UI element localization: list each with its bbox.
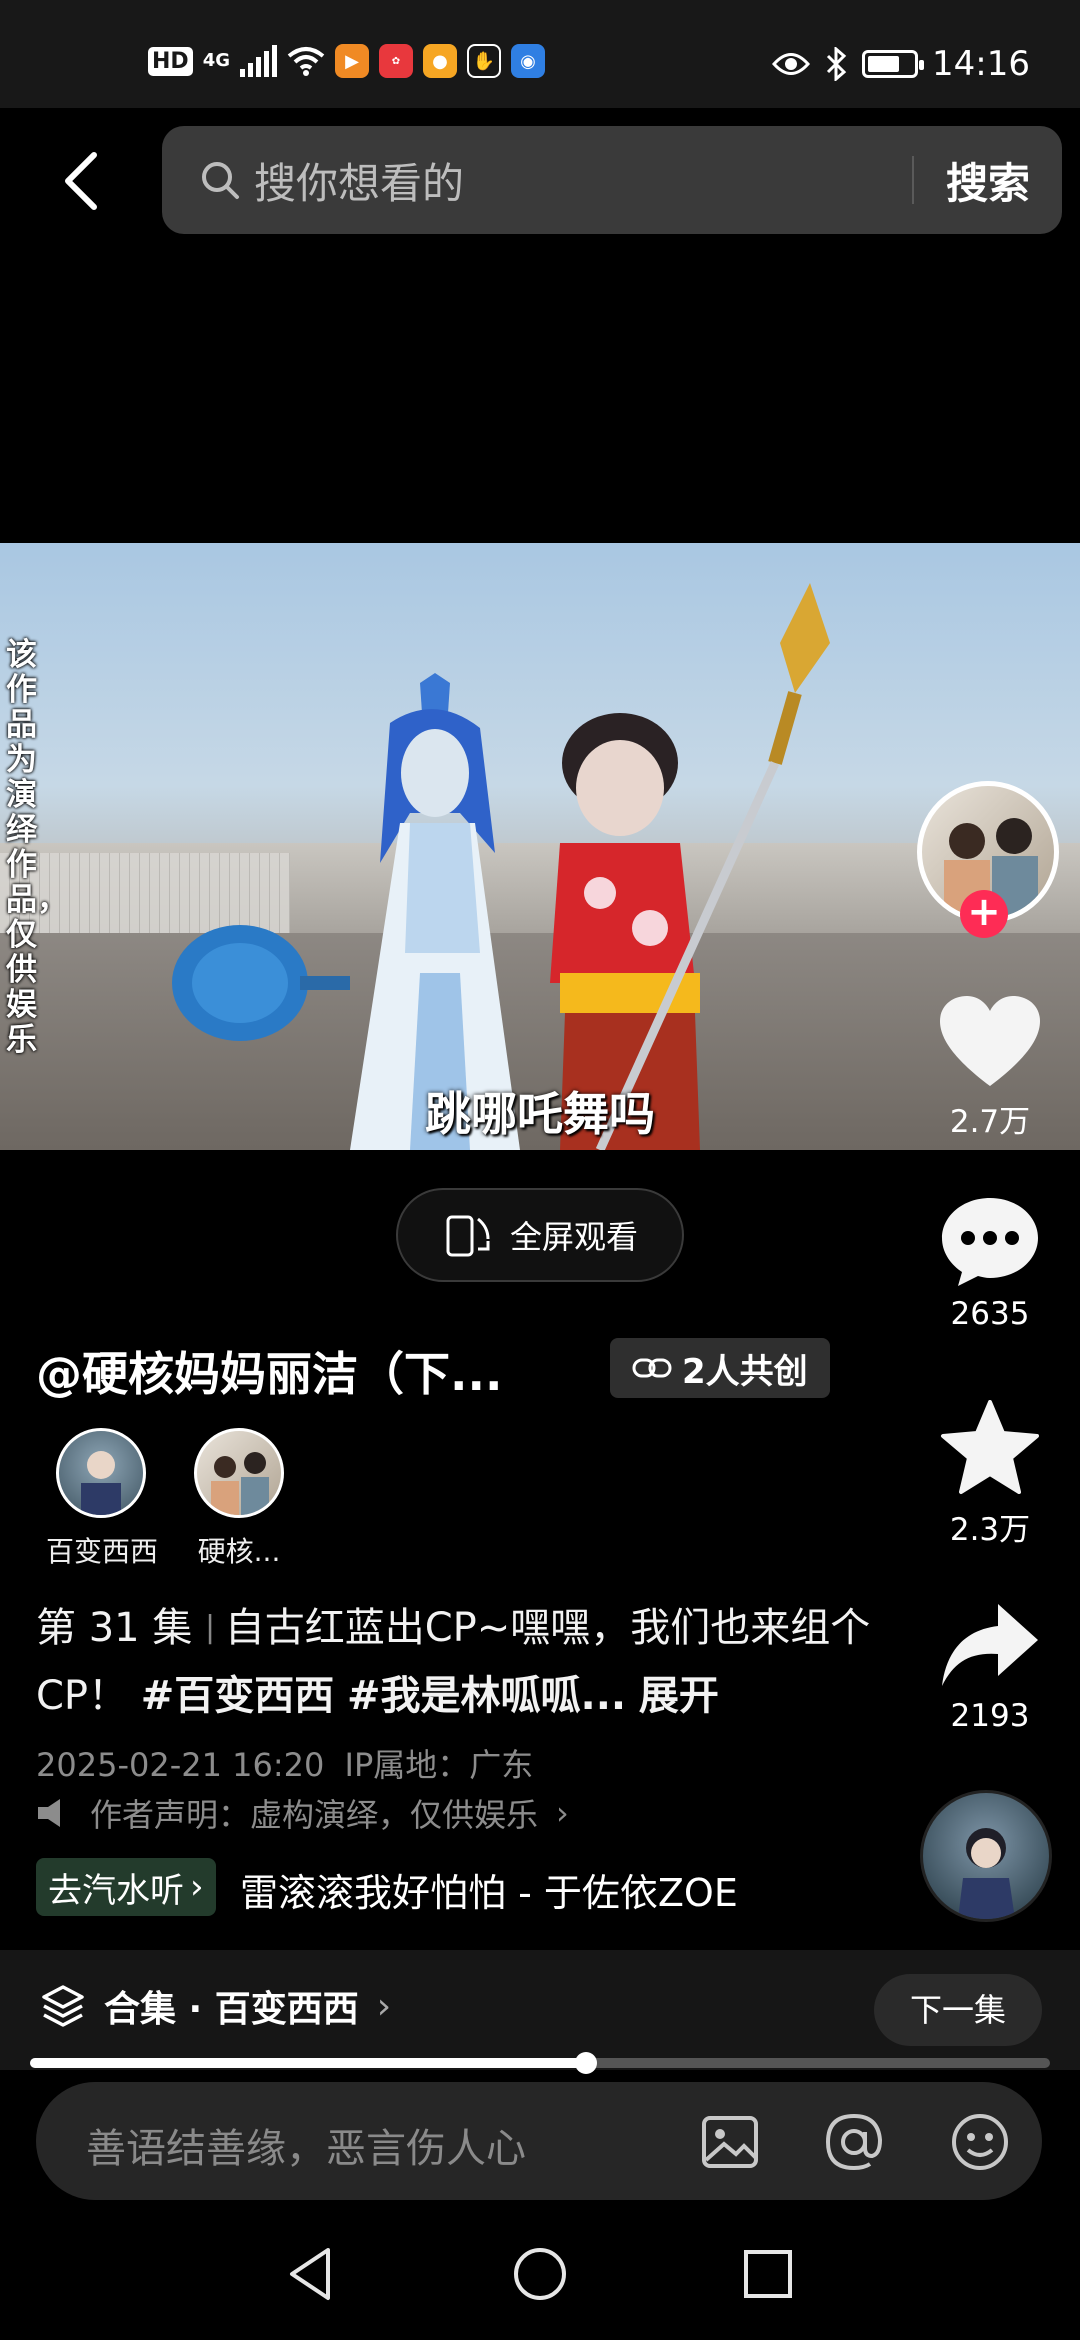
- clock: 14:16: [932, 44, 1030, 84]
- episode-label: 第 31 集: [36, 1605, 193, 1651]
- system-nav-bar: [0, 2210, 1080, 2340]
- chevron-right-icon: ›: [376, 1985, 392, 2027]
- progress-fill: [30, 2058, 586, 2068]
- music-chip-label: 去汽水听: [48, 1870, 184, 1911]
- like-action[interactable]: 2.7万: [920, 996, 1060, 1141]
- music-disc-photo: [958, 1828, 1015, 1919]
- cocreate-badge[interactable]: 2人共创: [610, 1338, 830, 1398]
- fullscreen-label: 全屏观看: [509, 1218, 638, 1256]
- chevron-right-icon: ›: [556, 1794, 569, 1832]
- comment-icon: [942, 1198, 1038, 1286]
- video-subtitle: 跳哪吒舞吗: [425, 1087, 655, 1141]
- hashtag-link[interactable]: #我是林呱呱...: [347, 1673, 626, 1719]
- hashtag-link[interactable]: #百变西西: [141, 1673, 335, 1719]
- search-icon: [202, 162, 239, 199]
- creator-name: 百变西西: [46, 1535, 159, 1568]
- nav-back-icon[interactable]: [280, 2244, 340, 2304]
- creator-item[interactable]: 硬核...: [184, 1428, 294, 1570]
- share-arrow-icon: [942, 1604, 1038, 1686]
- layers-icon: [42, 1985, 84, 2027]
- comment-action[interactable]: 2635: [920, 1196, 1060, 1332]
- huawei-app-icon: ✿: [379, 44, 413, 78]
- link-icon: [632, 1358, 672, 1378]
- hd-badge: HD: [148, 46, 193, 76]
- blue-hammer-prop: [172, 925, 350, 1041]
- expand-button[interactable]: 展开: [639, 1673, 719, 1719]
- back-arrow-icon: [65, 152, 97, 210]
- music-disc[interactable]: [920, 1790, 1052, 1922]
- battery-level: [868, 56, 899, 72]
- favorite-count: 2.3万: [949, 1512, 1031, 1548]
- cocreate-label: 2人共创: [682, 1351, 808, 1392]
- eye-icon: [772, 53, 811, 75]
- wifi-icon: [287, 47, 325, 76]
- share-action[interactable]: 2193: [920, 1600, 1060, 1734]
- back-button[interactable]: [50, 146, 110, 216]
- next-episode-button[interactable]: 下一集: [874, 1974, 1042, 2046]
- like-count: 2.7万: [949, 1104, 1031, 1140]
- heart-icon: [940, 996, 1040, 1086]
- video-description: 第 31 集 | 自古红蓝出CP~嘿嘿，我们也来组个CP！ #百变西西 #我是林…: [36, 1605, 871, 1719]
- orange-app-icon: ●: [423, 44, 457, 78]
- author-name[interactable]: @硬核妈妈丽洁（下...: [36, 1338, 502, 1404]
- search-bar[interactable]: 搜你想看的 搜索: [162, 126, 1062, 234]
- chevron-right-icon: ›: [190, 1867, 204, 1907]
- post-datetime: 2025-02-21 16:20: [36, 1746, 325, 1784]
- network-type: 4G: [202, 50, 230, 71]
- mention-icon[interactable]: [822, 2110, 886, 2174]
- battery-icon: [862, 50, 925, 78]
- browser-app-icon: ◉: [511, 44, 545, 78]
- speaker-icon: [38, 1799, 60, 1827]
- creator-avatar: [56, 1428, 146, 1518]
- music-title[interactable]: 雷滚滚我好怕怕 - 于佐依ZOE: [240, 1862, 738, 1917]
- open-in-music-app-chip[interactable]: 去汽水听 ›: [36, 1858, 216, 1916]
- comment-input[interactable]: 善语结善缘，恶言伤人心: [86, 2116, 526, 2174]
- favorite-action[interactable]: 2.3万: [920, 1400, 1060, 1549]
- nav-home-icon[interactable]: [510, 2244, 570, 2304]
- creator-item[interactable]: 百变西西: [46, 1428, 159, 1570]
- search-input[interactable]: 搜你想看的: [254, 150, 912, 211]
- status-bar: HD 4G ▶ ✿ ● ✋ ◉ 14:16: [0, 0, 1080, 108]
- status-left-icons: HD 4G ▶ ✿ ● ✋ ◉: [148, 44, 545, 78]
- nav-recents-icon[interactable]: [738, 2244, 798, 2304]
- collection-label: 合集 · 百变西西: [104, 1989, 359, 2030]
- status-right-icons: 14:16: [772, 44, 1030, 84]
- collection-bar[interactable]: 合集 · 百变西西 › 下一集: [0, 1950, 1080, 2070]
- progress-thumb[interactable]: [574, 2052, 597, 2074]
- fullscreen-button[interactable]: 全屏观看: [396, 1188, 684, 1282]
- image-icon[interactable]: [698, 2110, 762, 2174]
- signal-icon: [240, 45, 277, 77]
- collection-link[interactable]: 合集 · 百变西西 ›: [40, 1980, 391, 2032]
- share-count: 2193: [950, 1698, 1030, 1734]
- comment-input-bar[interactable]: 善语结善缘，恶言伤人心: [36, 2082, 1042, 2200]
- video-app-icon: ▶: [335, 44, 369, 78]
- search-button[interactable]: 搜索: [914, 150, 1062, 211]
- author-claim[interactable]: 作者声明：虚构演绎，仅供娱乐 ›: [36, 1790, 569, 1836]
- ip-location: IP属地：广东: [344, 1746, 534, 1784]
- hand-app-icon: ✋: [467, 44, 501, 78]
- creator-avatar: [194, 1428, 284, 1518]
- star-icon: [941, 1400, 1039, 1494]
- comment-count: 2635: [950, 1296, 1030, 1332]
- follow-button[interactable]: +: [960, 890, 1008, 938]
- claim-text: 作者声明：虚构演绎，仅供娱乐: [90, 1796, 539, 1834]
- rotate-screen-icon: [446, 1215, 490, 1257]
- creator-name: 硬核...: [197, 1535, 281, 1568]
- performance-notice: 该作品为演绎作品，仅供娱乐: [6, 637, 68, 1058]
- emoji-icon[interactable]: [948, 2110, 1012, 2174]
- bluetooth-icon: [826, 47, 847, 81]
- video-progress-bar[interactable]: [30, 2052, 1050, 2074]
- post-meta: 2025-02-21 16:20 IP属地：广东: [36, 1740, 533, 1786]
- spear-prop: [595, 583, 830, 1150]
